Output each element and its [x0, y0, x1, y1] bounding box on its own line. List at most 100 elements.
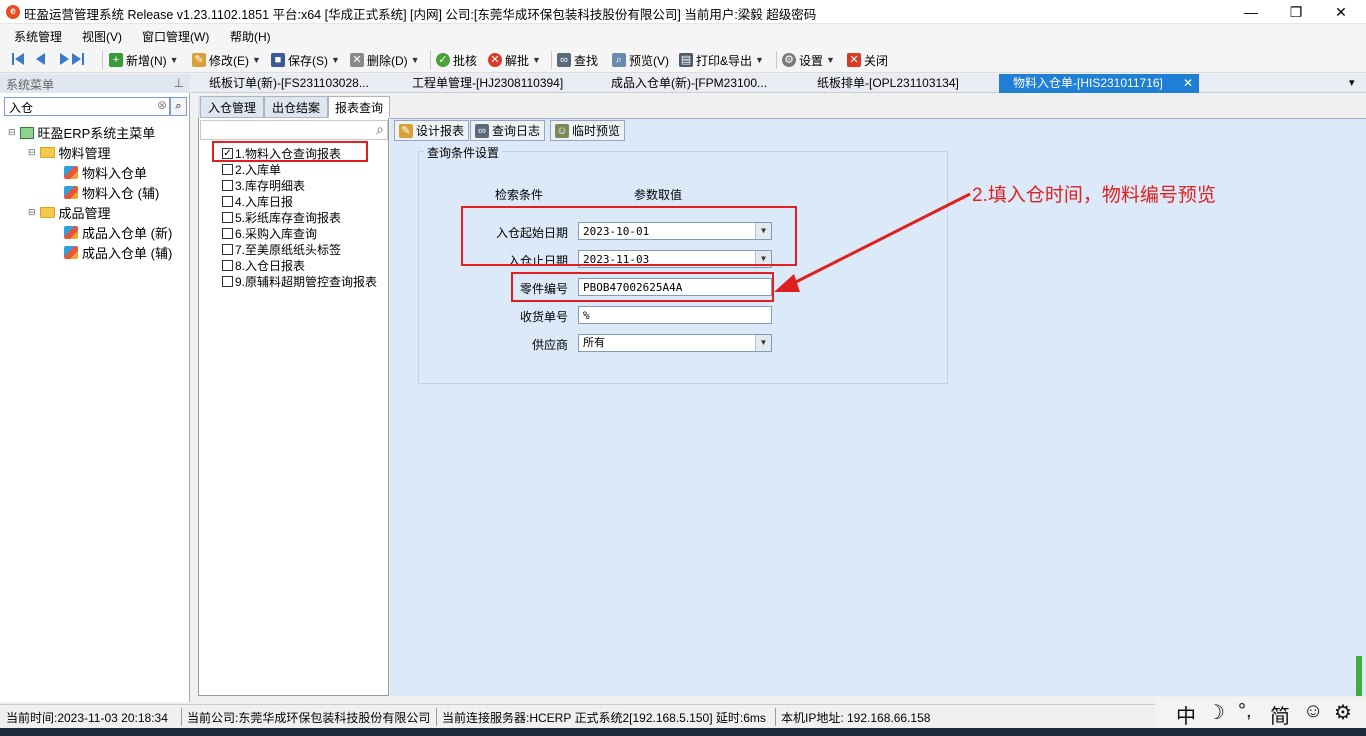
tab-report-query[interactable]: 报表查询: [328, 96, 390, 118]
report-checkbox[interactable]: [222, 180, 233, 191]
toolbar: + 新增(N) ▼ ✎ 修改(E) ▼ ■ 保存(S) ▼ ✕ 删除(D) ▼ …: [0, 46, 1366, 73]
toolbar-separator: [102, 51, 103, 69]
tree-item-label: 物料入仓单: [82, 166, 148, 181]
delete-dropdown-icon[interactable]: ▼: [411, 55, 420, 65]
menu-system[interactable]: 系统管理: [14, 28, 62, 45]
tree-item-product-inbound-new[interactable]: 成品入仓单 (新): [64, 223, 172, 242]
chevron-down-icon[interactable]: ▼: [755, 335, 771, 351]
report-checkbox[interactable]: [222, 228, 233, 239]
collapse-icon[interactable]: ⊟: [28, 147, 36, 158]
report-item-label: 7.至美原纸纸头标签: [235, 243, 342, 257]
supplier-select[interactable]: 所有 ▼: [578, 334, 772, 352]
tab-engineering-order[interactable]: 工程单管理-[HJ2308110394]: [394, 74, 594, 93]
edit-pencil-icon: ✎: [192, 53, 206, 67]
collapse-icon[interactable]: ⊟: [28, 207, 36, 218]
binoculars-icon: ∞: [475, 123, 489, 138]
approve-button[interactable]: ✓ 批核: [436, 50, 477, 70]
ime-punctuation-icon[interactable]: °,: [1238, 700, 1252, 723]
tab-menu-icon[interactable]: ▾: [1349, 76, 1355, 89]
status-time: 当前时间:2023-11-03 20:18:34: [6, 711, 168, 725]
print-export-label: 打印&导出: [696, 53, 753, 68]
form-icon: [64, 186, 78, 199]
edit-button[interactable]: ✎ 修改(E) ▼: [192, 50, 261, 70]
report-item[interactable]: 5.彩纸库存查询报表: [222, 209, 341, 226]
find-button[interactable]: ∞ 查找: [557, 50, 598, 70]
tab-board-schedule[interactable]: 纸板排单-[OPL231103134]: [799, 74, 999, 93]
report-checkbox[interactable]: ✓: [222, 148, 233, 159]
tree-folder-material[interactable]: ⊟ 物料管理: [28, 143, 111, 162]
close-window-button[interactable]: ✕: [1318, 0, 1364, 24]
search-icon[interactable]: ⌕: [170, 97, 187, 116]
ime-simplified-icon[interactable]: 简: [1270, 700, 1290, 729]
tree-item-material-inbound-aux[interactable]: 物料入仓 (辅): [64, 183, 159, 202]
menu-search-input[interactable]: 入仓 ⊗: [4, 97, 170, 116]
report-item[interactable]: ✓ 1.物料入仓查询报表: [222, 145, 341, 162]
report-checkbox[interactable]: [222, 260, 233, 271]
design-report-label: 设计报表: [416, 124, 465, 138]
save-button[interactable]: ■ 保存(S) ▼: [271, 50, 340, 70]
report-checkbox[interactable]: [222, 196, 233, 207]
gear-icon: ⚙: [782, 53, 796, 67]
preview-button[interactable]: ⌕ 预览(V): [612, 50, 669, 70]
print-export-button[interactable]: ▤ 打印&导出 ▼: [679, 50, 764, 70]
report-item[interactable]: 9.原辅料超期管控查询报表: [222, 273, 377, 290]
query-log-label: 查询日志: [492, 124, 541, 138]
folder-icon: [39, 147, 55, 158]
report-item[interactable]: 6.采购入库查询: [222, 225, 317, 242]
new-dropdown-icon[interactable]: ▼: [170, 55, 179, 65]
report-item[interactable]: 2.入库单: [222, 161, 281, 178]
report-item[interactable]: 3.库存明细表: [222, 177, 305, 194]
report-checkbox[interactable]: [222, 244, 233, 255]
print-dropdown-icon[interactable]: ▼: [755, 55, 764, 65]
close-icon: ✕: [847, 53, 861, 67]
tab-outbound-close[interactable]: 出仓结案: [264, 96, 328, 118]
tab-close-icon[interactable]: ✕: [1183, 74, 1193, 93]
menu-window[interactable]: 窗口管理(W): [142, 28, 209, 45]
tab-inbound-manage[interactable]: 入仓管理: [200, 96, 264, 118]
report-checkbox[interactable]: [222, 276, 233, 287]
search-icon[interactable]: ⌕: [376, 121, 384, 138]
menu-help[interactable]: 帮助(H): [230, 28, 271, 45]
menu-view[interactable]: 视图(V): [82, 28, 122, 45]
collapse-icon[interactable]: ⊟: [8, 127, 16, 138]
restore-button[interactable]: ❐: [1273, 0, 1319, 24]
report-item-label: 2.入库单: [235, 163, 282, 177]
report-item[interactable]: 4.入库日报: [222, 193, 293, 210]
receipt-number-field[interactable]: %: [578, 306, 772, 324]
save-dropdown-icon[interactable]: ▼: [331, 55, 340, 65]
minimize-button[interactable]: —: [1228, 0, 1274, 24]
ime-halfwidth-icon[interactable]: ☽: [1207, 700, 1225, 725]
status-server: 当前连接服务器:HCERP 正式系统2[192.168.5.150] 延时:6m…: [442, 711, 766, 725]
unapprove-button[interactable]: ✕ 解批 ▼: [488, 50, 541, 70]
temp-preview-button[interactable]: ☺ 临时预览: [550, 120, 626, 141]
edit-dropdown-icon[interactable]: ▼: [252, 55, 261, 65]
report-checkbox[interactable]: [222, 212, 233, 223]
settings-dropdown-icon[interactable]: ▼: [826, 55, 835, 65]
unapprove-dropdown-icon[interactable]: ▼: [532, 55, 541, 65]
report-search-input[interactable]: ⌕: [200, 120, 388, 140]
design-report-button[interactable]: ✎ 设计报表: [394, 120, 470, 141]
tab-material-inbound[interactable]: 物料入仓单-[HIS231011716] ✕: [999, 74, 1199, 93]
report-checkbox[interactable]: [222, 164, 233, 175]
report-item-label: 1.物料入仓查询报表: [235, 147, 342, 161]
ime-emoji-icon[interactable]: ☺: [1303, 700, 1323, 723]
ime-chinese-icon[interactable]: 中: [1176, 700, 1196, 729]
printer-icon: ▤: [679, 53, 693, 67]
tree-item-material-inbound[interactable]: 物料入仓单: [64, 163, 147, 182]
report-item[interactable]: 8.入仓日报表: [222, 257, 305, 274]
query-log-button[interactable]: ∞ 查询日志: [470, 120, 546, 141]
scrollbar-thumb[interactable]: [1356, 656, 1362, 696]
delete-button[interactable]: ✕ 删除(D) ▼: [350, 50, 420, 70]
settings-button[interactable]: ⚙ 设置 ▼: [782, 50, 835, 70]
report-item[interactable]: 7.至美原纸纸头标签: [222, 241, 341, 258]
new-button[interactable]: + 新增(N) ▼: [109, 50, 179, 70]
tree-root[interactable]: ⊟ 旺盈ERP系统主菜单: [8, 123, 155, 142]
tab-product-inbound[interactable]: 成品入仓单(新)-[FPM23100...: [593, 74, 798, 93]
tab-board-order[interactable]: 纸板订单(新)-[FS231103028...: [191, 74, 391, 93]
clear-search-icon[interactable]: ⊗: [157, 98, 167, 112]
ime-settings-icon[interactable]: ⚙: [1334, 700, 1352, 725]
pin-icon[interactable]: ⊥: [174, 76, 184, 90]
tree-item-product-inbound-aux[interactable]: 成品入仓单 (辅): [64, 243, 172, 262]
close-button[interactable]: ✕ 关闭: [847, 50, 888, 70]
tree-folder-product[interactable]: ⊟ 成品管理: [28, 203, 111, 222]
